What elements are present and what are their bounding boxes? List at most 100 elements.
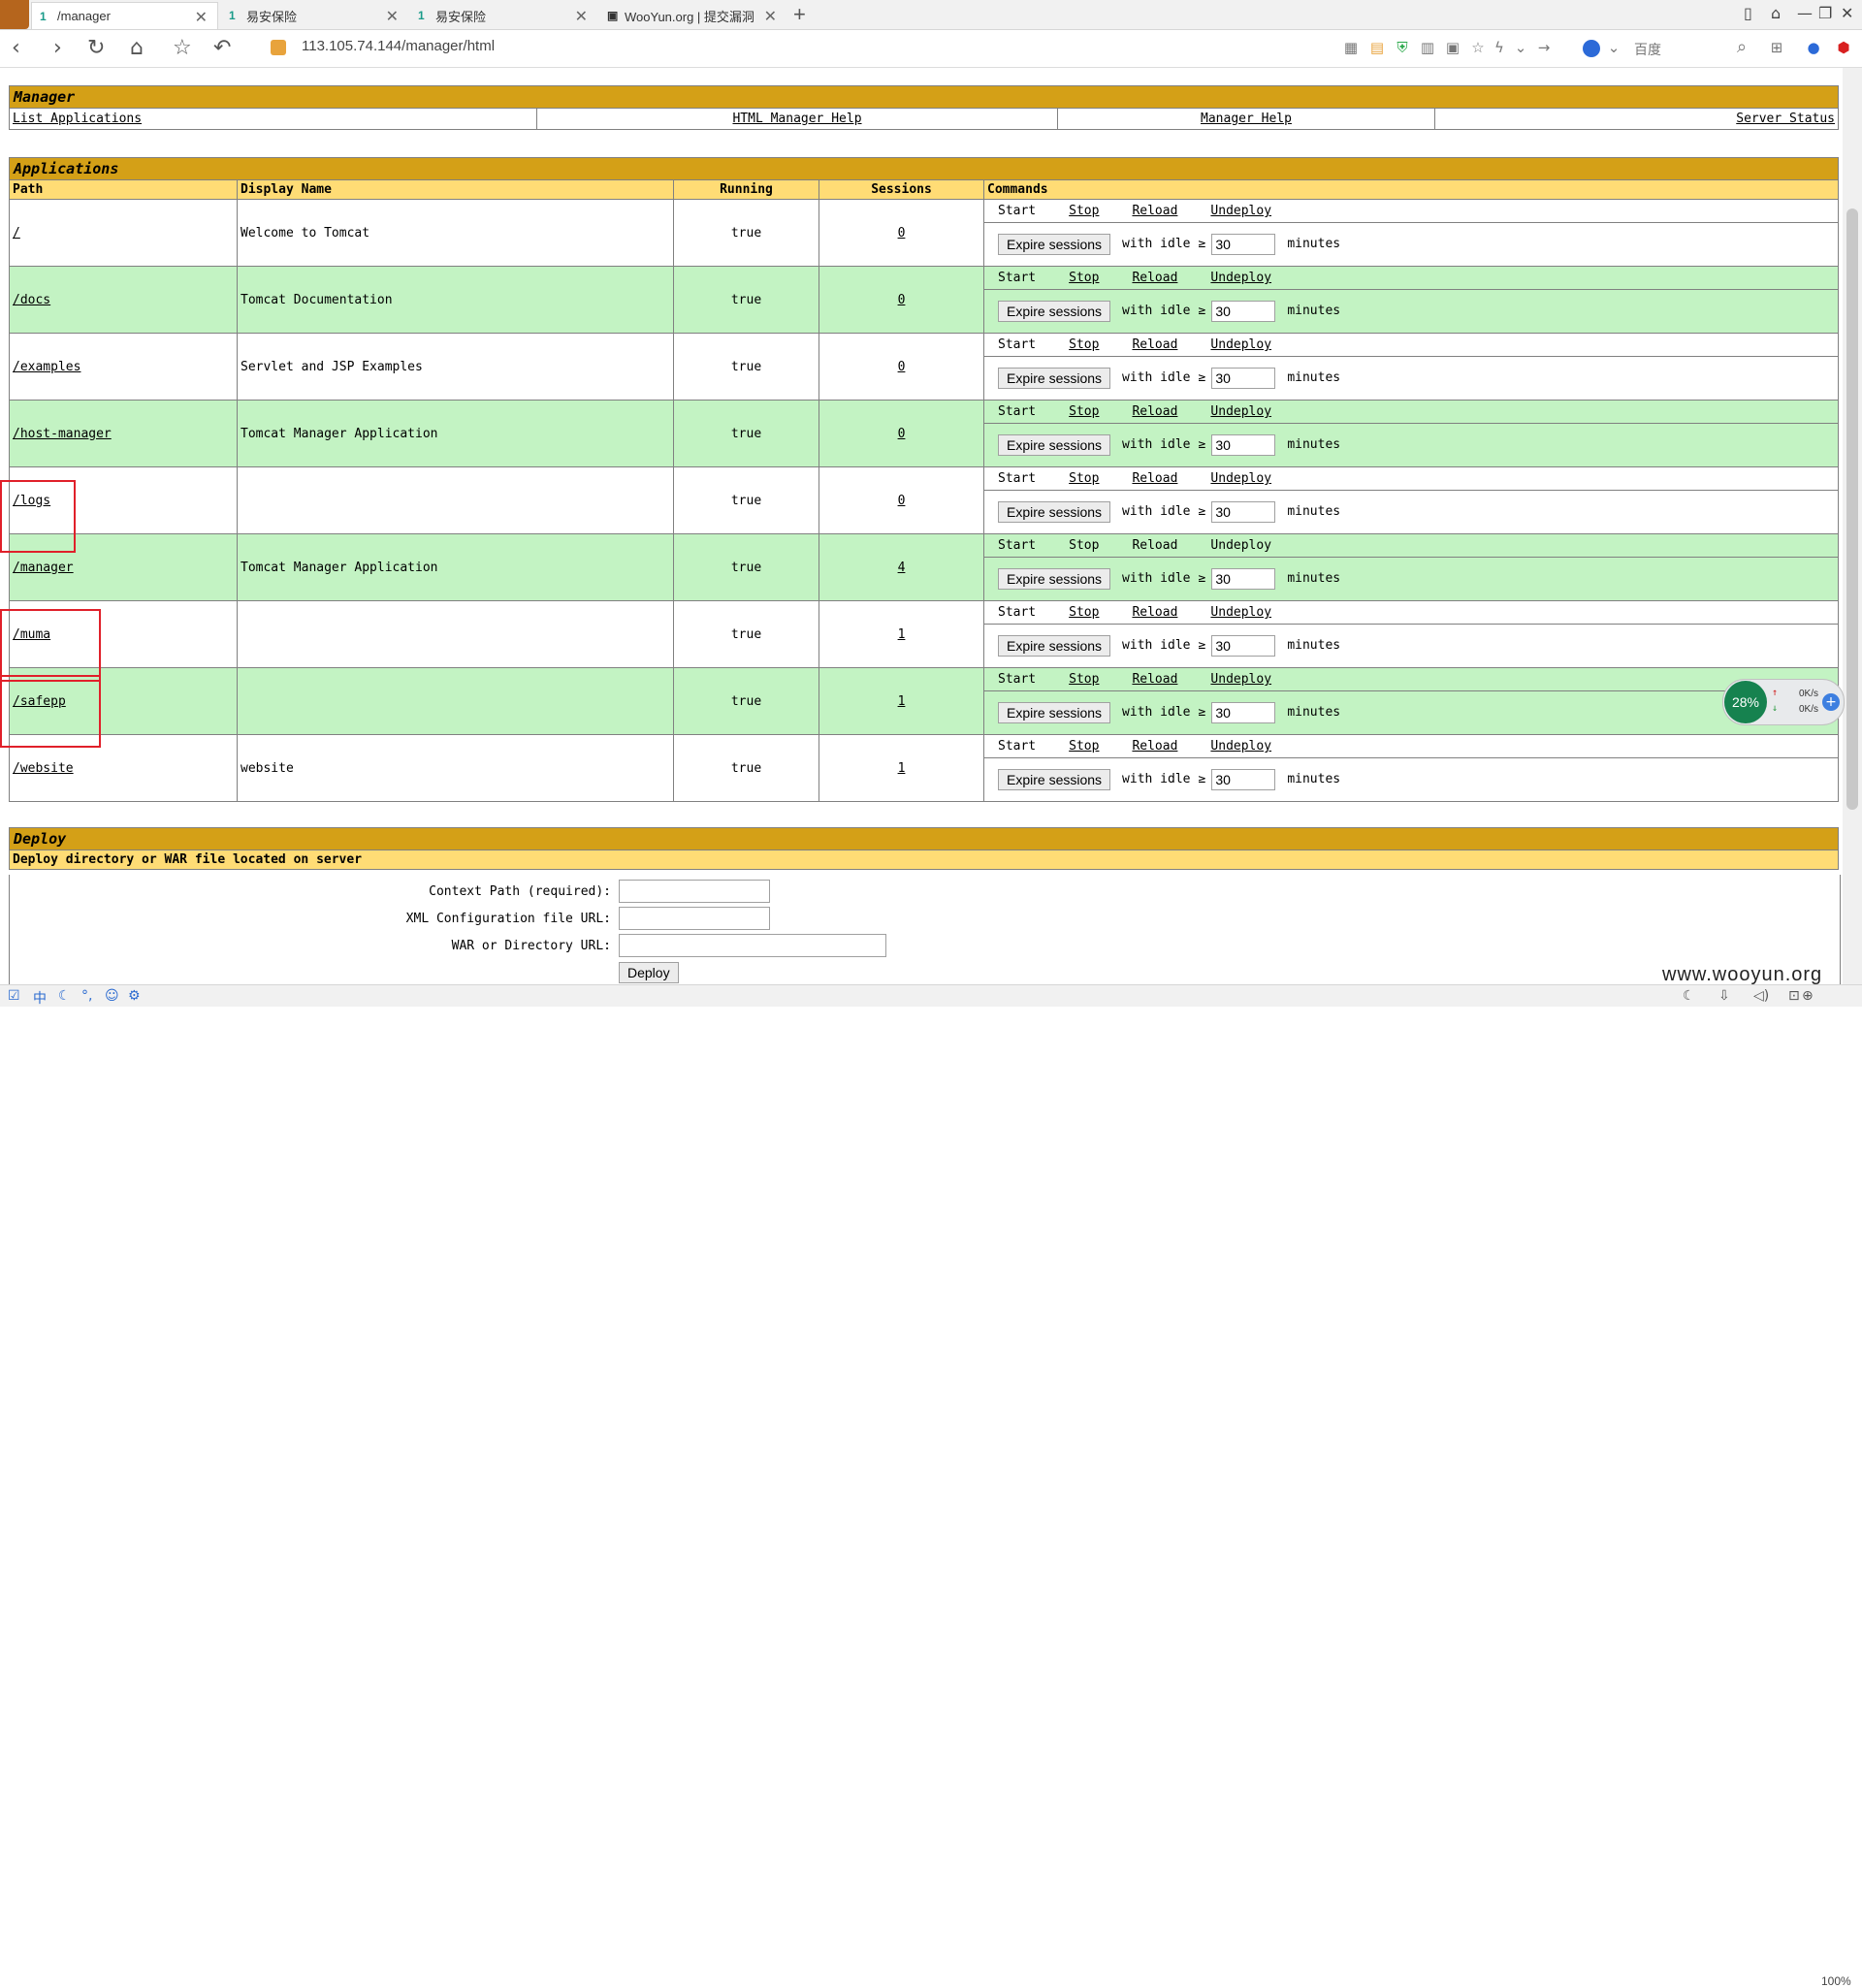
chevron-down-icon[interactable]: ⌄: [1606, 40, 1621, 55]
tab-yian-2[interactable]: 1 易安保险 ✕: [410, 2, 597, 29]
list-applications-link[interactable]: List Applications: [13, 112, 142, 126]
reload-link[interactable]: Reload: [1132, 739, 1177, 754]
stop-link[interactable]: Stop: [1069, 739, 1099, 754]
search-input[interactable]: 百度: [1634, 40, 1661, 59]
moon-icon[interactable]: ☾: [58, 988, 71, 1004]
screenshot-icon[interactable]: ⊡: [1788, 988, 1800, 1004]
sessions-link[interactable]: 0: [898, 427, 906, 441]
undeploy-link[interactable]: Undeploy: [1210, 739, 1271, 754]
expire-sessions-button[interactable]: Expire sessions: [998, 634, 1111, 657]
scrollbar-thumb[interactable]: [1846, 208, 1858, 810]
expire-sessions-button[interactable]: Expire sessions: [998, 567, 1111, 590]
reload-link[interactable]: Reload: [1132, 271, 1177, 285]
app-path-link[interactable]: /website: [13, 761, 74, 776]
undeploy-link[interactable]: Undeploy: [1210, 204, 1271, 218]
plus-icon[interactable]: +: [1822, 693, 1840, 711]
new-tab-button[interactable]: +: [793, 2, 806, 27]
reload-link[interactable]: Reload: [1132, 204, 1177, 218]
window-icon[interactable]: ☑: [8, 988, 20, 1004]
maximize-icon[interactable]: ❐: [1818, 4, 1832, 22]
refresh-icon[interactable]: ↻: [87, 36, 105, 60]
html-manager-help-link[interactable]: HTML Manager Help: [732, 112, 861, 126]
xml-config-input[interactable]: [619, 907, 770, 930]
close-tab-icon[interactable]: ✕: [386, 7, 399, 26]
stop-link[interactable]: Stop: [1069, 271, 1099, 285]
sidebar-toggle-icon[interactable]: ▯: [1744, 4, 1752, 22]
idle-minutes-input[interactable]: [1211, 233, 1276, 255]
expire-sessions-button[interactable]: Expire sessions: [998, 300, 1111, 322]
sessions-link[interactable]: 1: [898, 761, 906, 776]
idle-minutes-input[interactable]: [1211, 500, 1276, 523]
close-tab-icon[interactable]: ✕: [764, 7, 777, 26]
stop-link[interactable]: Stop: [1069, 404, 1099, 419]
close-window-icon[interactable]: ✕: [1841, 4, 1853, 22]
undo-close-icon[interactable]: ↶: [213, 36, 231, 60]
tab-manager[interactable]: 1 /manager ✕: [31, 2, 218, 29]
go-arrow-icon[interactable]: →: [1536, 40, 1552, 55]
adblock-icon[interactable]: ⬢: [1836, 40, 1851, 55]
tab-yian-1[interactable]: 1 易安保险 ✕: [221, 2, 408, 29]
volume-icon[interactable]: ◁): [1753, 988, 1769, 1004]
bookmark-star-icon[interactable]: ☆: [173, 36, 192, 60]
address-bar[interactable]: [267, 35, 1343, 62]
ime-icon[interactable]: 中: [33, 988, 47, 1008]
idle-minutes-input[interactable]: [1211, 567, 1276, 590]
undeploy-link[interactable]: Undeploy: [1210, 271, 1271, 285]
sessions-link[interactable]: 0: [898, 494, 906, 508]
expire-sessions-button[interactable]: Expire sessions: [998, 701, 1111, 723]
settings-gear-icon[interactable]: ⚙: [128, 988, 141, 1004]
app-path-link[interactable]: /manager: [13, 561, 74, 575]
screenshot-icon[interactable]: ▣: [1445, 40, 1461, 55]
minimize-icon[interactable]: —: [1797, 4, 1813, 22]
sessions-link[interactable]: 0: [898, 360, 906, 374]
skin-icon[interactable]: ⌂: [1771, 4, 1781, 22]
close-tab-icon[interactable]: ✕: [575, 7, 588, 26]
browser-logo-icon[interactable]: [0, 0, 29, 29]
undeploy-link[interactable]: Undeploy: [1210, 672, 1271, 687]
sessions-link[interactable]: 4: [898, 561, 906, 575]
app-path-link[interactable]: /host-manager: [13, 427, 112, 441]
stop-link[interactable]: Stop: [1069, 204, 1099, 218]
expire-sessions-button[interactable]: Expire sessions: [998, 768, 1111, 790]
zoom-level[interactable]: 100%: [1821, 1974, 1851, 1988]
reload-link[interactable]: Reload: [1132, 404, 1177, 419]
idle-minutes-input[interactable]: [1211, 634, 1276, 657]
idle-minutes-input[interactable]: [1211, 300, 1276, 322]
idle-minutes-input[interactable]: [1211, 768, 1276, 790]
zoom-icon[interactable]: ⊕: [1802, 988, 1814, 1004]
stop-link[interactable]: Stop: [1069, 605, 1099, 620]
war-dir-input[interactable]: [619, 934, 886, 957]
stop-link[interactable]: Stop: [1069, 471, 1099, 486]
server-status-link[interactable]: Server Status: [1736, 112, 1835, 126]
context-path-input[interactable]: [619, 880, 770, 903]
undeploy-link[interactable]: Undeploy: [1210, 337, 1271, 352]
apps-grid-icon[interactable]: ⊞: [1769, 40, 1784, 55]
back-icon[interactable]: ‹: [12, 36, 20, 60]
expire-sessions-button[interactable]: Expire sessions: [998, 367, 1111, 389]
expire-sessions-button[interactable]: Expire sessions: [998, 233, 1111, 255]
favorite-icon[interactable]: ☆: [1470, 40, 1486, 55]
chevron-down-icon[interactable]: ⌄: [1513, 40, 1528, 55]
reload-link[interactable]: Reload: [1132, 605, 1177, 620]
app-path-link[interactable]: /docs: [13, 293, 50, 307]
forward-icon[interactable]: ›: [53, 36, 62, 60]
undeploy-link[interactable]: Undeploy: [1210, 605, 1271, 620]
translate-icon[interactable]: ▥: [1420, 40, 1435, 55]
tab-wooyun[interactable]: ▣ WooYun.org | 提交漏洞 ✕: [599, 2, 787, 29]
app-path-link[interactable]: /: [13, 226, 20, 240]
deploy-button[interactable]: Deploy: [619, 962, 679, 983]
night-mode-icon[interactable]: ☾: [1683, 988, 1695, 1004]
stop-link[interactable]: Stop: [1069, 672, 1099, 687]
reader-icon[interactable]: ▤: [1369, 40, 1385, 55]
sessions-link[interactable]: 1: [898, 627, 906, 642]
reload-link[interactable]: Reload: [1132, 471, 1177, 486]
undeploy-link[interactable]: Undeploy: [1210, 471, 1271, 486]
stop-link[interactable]: Stop: [1069, 337, 1099, 352]
extension-icon[interactable]: ●: [1806, 40, 1821, 55]
undeploy-link[interactable]: Undeploy: [1210, 404, 1271, 419]
site-security-icon[interactable]: [271, 40, 286, 55]
search-icon[interactable]: ⌕: [1734, 39, 1750, 56]
url-input[interactable]: [300, 37, 788, 55]
reload-link[interactable]: Reload: [1132, 672, 1177, 687]
sessions-link[interactable]: 0: [898, 226, 906, 240]
